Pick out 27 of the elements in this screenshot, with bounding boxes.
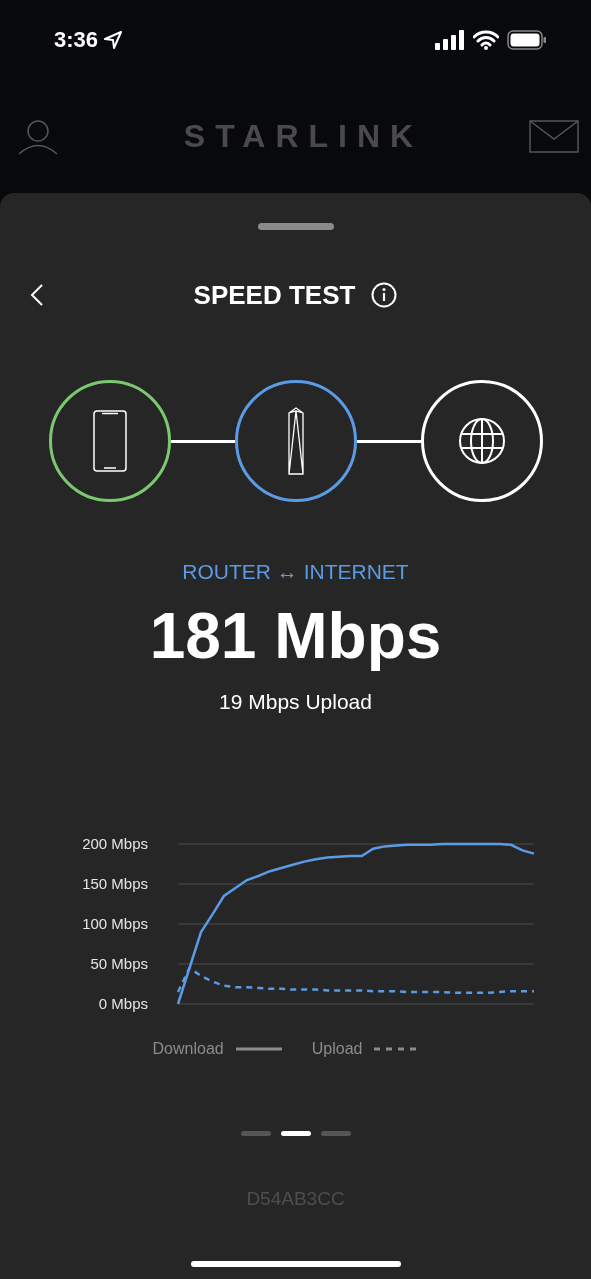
legend-label: Upload: [311, 1040, 363, 1058]
route-label: ROUTER ↔ INTERNET: [182, 560, 409, 584]
router-icon: [286, 407, 305, 475]
battery-icon: [507, 30, 547, 50]
wifi-icon: [473, 30, 499, 50]
logo: STARLINK: [183, 118, 424, 155]
axis-label: 150 Mbps: [82, 875, 148, 892]
status-time: 3:36: [54, 27, 99, 53]
axis-label: 50 Mbps: [90, 955, 148, 972]
page-indicator[interactable]: [280, 1131, 311, 1136]
axis-label: 100 Mbps: [82, 915, 148, 932]
location-arrow-icon: [104, 31, 123, 49]
back-icon[interactable]: [30, 283, 44, 307]
upload-speed: 19 Mbps Upload: [219, 690, 372, 714]
solid-line-icon: [235, 1047, 282, 1051]
phone-icon: [92, 410, 127, 472]
sheet-handle[interactable]: [257, 223, 334, 230]
mail-icon[interactable]: [529, 120, 579, 153]
legend-label: Download: [152, 1040, 224, 1058]
axis-label: 0 Mbps: [98, 995, 148, 1012]
signal-icon: [435, 30, 465, 50]
connection-line: [170, 439, 235, 443]
info-icon[interactable]: [371, 282, 398, 308]
globe-icon: [457, 417, 506, 465]
axis-label: 200 Mbps: [82, 835, 148, 852]
profile-icon[interactable]: [18, 118, 58, 155]
screen-title: SPEED TEST: [193, 279, 356, 311]
